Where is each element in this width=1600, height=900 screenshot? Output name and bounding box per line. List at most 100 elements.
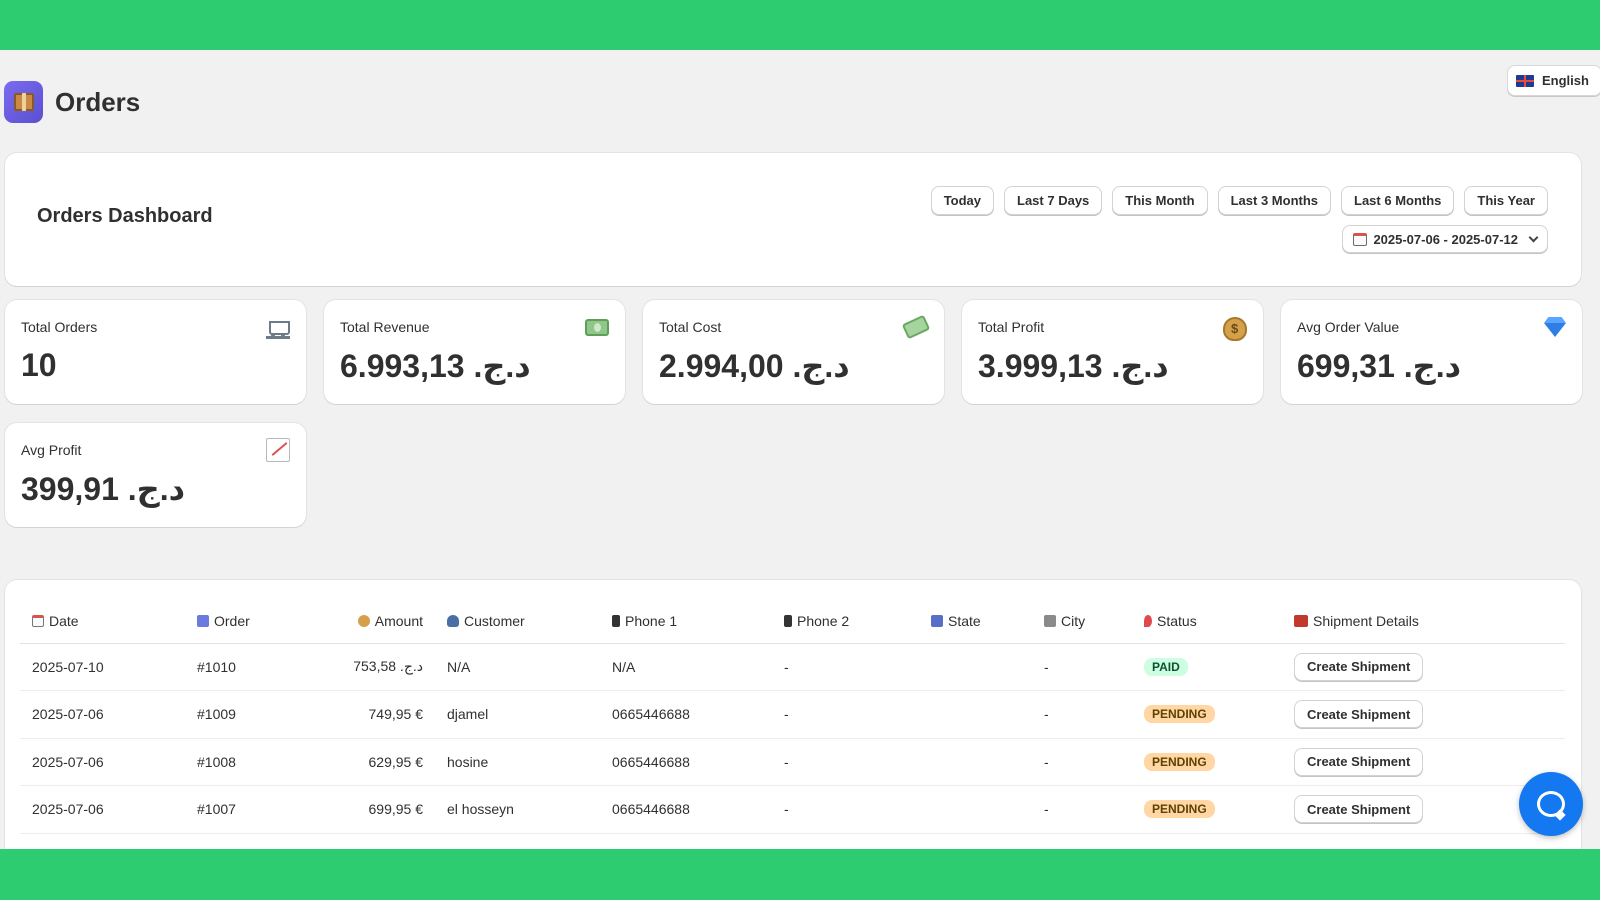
cell-date: 2025-07-06 — [20, 785, 185, 834]
cell-phone-2: - — [772, 738, 919, 786]
cell-customer: el hosseyn — [435, 785, 600, 834]
cell-order: #1008 — [185, 738, 315, 786]
metric-value: د.ج. 6.993,13 — [340, 348, 531, 384]
phone-icon — [784, 614, 792, 627]
top-green-band — [0, 0, 1600, 50]
cell-city: - — [1032, 785, 1132, 834]
metric-value: د.ج. 3.999,13 — [978, 348, 1169, 384]
col-amount[interactable]: Amount — [315, 599, 435, 644]
table-row[interactable]: 2025-07-06 #1007 699,95 € el hosseyn 066… — [20, 785, 1565, 834]
cell-order: #1010 — [185, 643, 315, 691]
col-date[interactable]: Date — [20, 599, 185, 644]
cell-state — [919, 643, 1032, 691]
table-header-row: Date Order Amount Customer Phone 1 Phone… — [20, 599, 1565, 644]
metric-card-total-cost: Total Cost د.ج. 2.994,00 — [643, 300, 944, 404]
metric-card-total-profit: Total Profit د.ج. 3.999,13 — [962, 300, 1263, 404]
cell-date: 2025-07-06 — [20, 690, 185, 739]
create-shipment-button[interactable]: Create Shipment — [1294, 795, 1424, 824]
cell-amount: 749,95 € — [315, 690, 435, 739]
language-selector[interactable]: English — [1507, 65, 1600, 96]
cell-state — [919, 738, 1032, 786]
status-badge: PENDING — [1144, 705, 1215, 724]
create-shipment-button[interactable]: Create Shipment — [1294, 652, 1424, 681]
cell-amount: 629,95 € — [315, 738, 435, 786]
cell-city: - — [1032, 643, 1132, 691]
cell-phone-2: - — [772, 785, 919, 834]
metric-card-avg-profit: Avg Profit د.ج. 399,91 — [5, 423, 306, 527]
orders-table-card: Date Order Amount Customer Phone 1 Phone… — [5, 580, 1581, 849]
truck-icon — [1294, 614, 1308, 627]
filter-last-3-months-button[interactable]: Last 3 Months — [1217, 186, 1332, 215]
cell-date: 2025-07-06 — [20, 738, 185, 786]
metric-card-total-orders: Total Orders 10 — [5, 300, 306, 404]
metric-label: Total Revenue — [340, 319, 430, 335]
metric-value: د.ج. 699,31 — [1297, 348, 1462, 384]
dashboard-title: Orders Dashboard — [37, 205, 213, 227]
cell-phone-2: - — [772, 690, 919, 739]
cell-phone-2: - — [772, 643, 919, 691]
numbers-icon — [197, 614, 209, 627]
app-frame: Orders English Orders Dashboard Today La… — [0, 50, 1600, 849]
date-range-picker[interactable]: 2025-07-06 - 2025-07-12 — [1342, 225, 1548, 253]
col-phone-1[interactable]: Phone 1 — [600, 599, 772, 644]
status-badge: PENDING — [1144, 752, 1215, 771]
cell-shipment: Create Shipment — [1282, 643, 1565, 691]
cell-amount: 699,95 € — [315, 785, 435, 834]
col-order[interactable]: Order — [185, 599, 315, 644]
metric-card-avg-order-value: Avg Order Value د.ج. 699,31 — [1281, 300, 1582, 404]
cell-status: PENDING — [1132, 690, 1282, 739]
page-header: Orders — [4, 81, 140, 123]
filter-today-button[interactable]: Today — [930, 186, 995, 215]
cell-order: #1007 — [185, 785, 315, 834]
cell-phone-1: 0665446688 — [600, 785, 772, 834]
metric-label: Avg Profit — [21, 442, 82, 458]
uk-flag-icon — [1516, 74, 1534, 87]
filter-this-month-button[interactable]: This Month — [1112, 186, 1208, 215]
building-icon — [1044, 614, 1056, 627]
table-row[interactable]: 2025-07-06 #1008 629,95 € hosine 0665446… — [20, 738, 1565, 786]
dashboard-card: Orders Dashboard Today Last 7 Days This … — [5, 153, 1581, 286]
cell-status: PAID — [1132, 643, 1282, 691]
metric-value: 10 — [21, 347, 57, 383]
col-phone-2[interactable]: Phone 2 — [772, 599, 919, 644]
cityscape-icon — [931, 614, 943, 627]
gem-icon — [1544, 317, 1566, 337]
cell-city: - — [1032, 738, 1132, 786]
quick-filters: Today Last 7 Days This Month Last 3 Mont… — [930, 186, 1548, 215]
table-row[interactable]: 2025-07-06 #1009 749,95 € djamel 0665446… — [20, 690, 1565, 739]
cell-order: #1009 — [185, 690, 315, 739]
orders-table: Date Order Amount Customer Phone 1 Phone… — [20, 599, 1565, 834]
filter-last-7-days-button[interactable]: Last 7 Days — [1004, 186, 1103, 215]
cell-amount: د.ج. 753,58 — [315, 643, 435, 691]
filter-last-6-months-button[interactable]: Last 6 Months — [1341, 186, 1455, 215]
col-status[interactable]: Status — [1132, 599, 1282, 644]
metric-label: Total Profit — [978, 319, 1045, 335]
money-with-wings-icon — [901, 314, 931, 340]
col-shipment-details[interactable]: Shipment Details — [1282, 599, 1565, 644]
create-shipment-button[interactable]: Create Shipment — [1294, 700, 1424, 729]
bottom-green-band — [0, 849, 1600, 900]
calendar-icon — [32, 614, 44, 627]
filter-this-year-button[interactable]: This Year — [1464, 186, 1548, 215]
pin-icon — [1144, 614, 1152, 627]
metric-label: Avg Order Value — [1297, 319, 1400, 335]
metric-label: Total Orders — [21, 319, 98, 335]
table-row[interactable]: 2025-07-10 #1010 د.ج. 753,58 N/A N/A - -… — [20, 643, 1565, 691]
cell-shipment: Create Shipment — [1282, 738, 1565, 786]
metric-value: د.ج. 2.994,00 — [659, 348, 850, 384]
chat-bubble-icon — [1537, 791, 1565, 817]
col-customer[interactable]: Customer — [435, 599, 600, 644]
chat-button[interactable] — [1519, 772, 1583, 836]
cell-state — [919, 690, 1032, 739]
col-city[interactable]: City — [1032, 599, 1132, 644]
status-badge: PAID — [1144, 657, 1188, 676]
metric-label: Total Cost — [659, 319, 722, 335]
cell-state — [919, 785, 1032, 834]
phone-icon — [612, 614, 620, 627]
cell-customer: djamel — [435, 690, 600, 739]
col-state[interactable]: State — [919, 599, 1032, 644]
create-shipment-button[interactable]: Create Shipment — [1294, 747, 1424, 776]
cell-phone-1: 0665446688 — [600, 738, 772, 786]
language-label: English — [1542, 73, 1589, 88]
chart-increasing-icon — [266, 438, 290, 462]
